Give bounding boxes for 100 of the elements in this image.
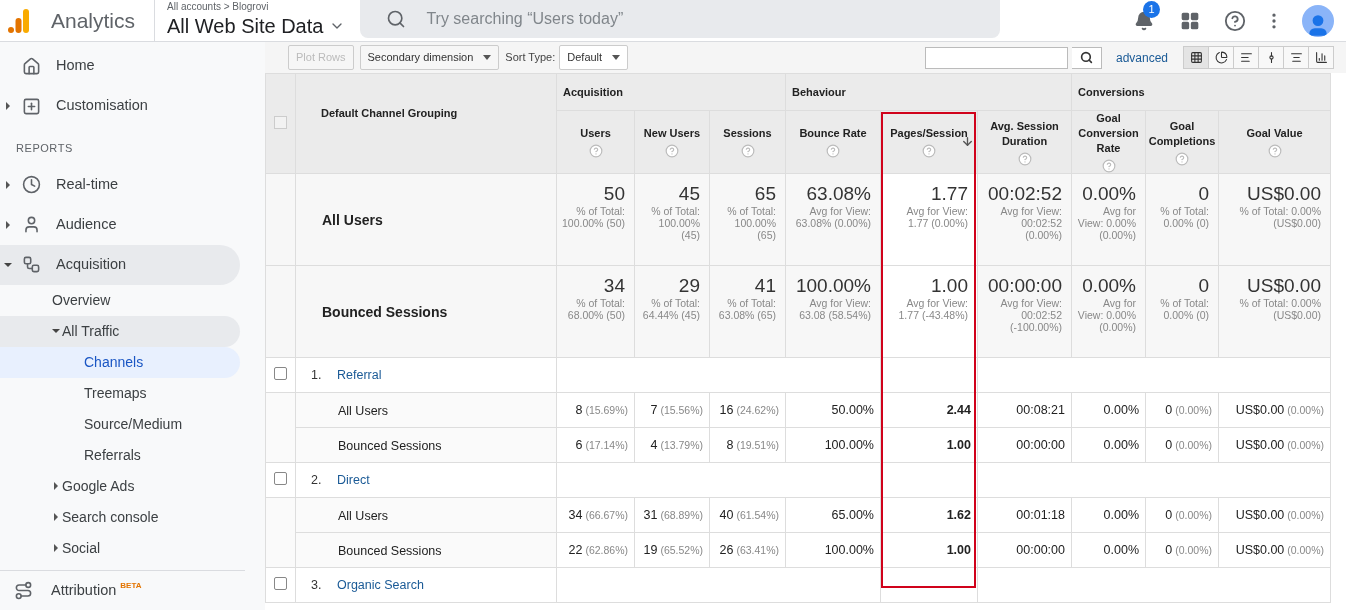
nav-item[interactable]: Referrals	[0, 439, 240, 471]
table-cell: 0.00%	[1071, 532, 1146, 568]
nav-item[interactable]: Google Ads	[0, 470, 240, 502]
nav-item[interactable]: Search console	[0, 501, 240, 533]
column-header[interactable]: Goal Value	[1218, 110, 1331, 174]
summary-value: 41	[753, 275, 776, 297]
search-icon	[386, 8, 407, 29]
column-header[interactable]: New Users	[634, 110, 710, 174]
channel-link[interactable]: Organic Search	[337, 577, 424, 592]
table-cell: 0 (0.00%)	[1145, 497, 1219, 533]
table-cell: 16 (24.62%)	[709, 392, 786, 428]
pie-chart-icon	[1214, 51, 1228, 64]
caret-right-icon[interactable]	[4, 102, 12, 110]
view-toggle[interactable]	[1258, 46, 1284, 69]
sort-type-dropdown[interactable]: Default	[559, 45, 629, 70]
nav-item[interactable]: Treemaps	[0, 377, 240, 409]
column-header[interactable]: Goal Completions	[1145, 110, 1219, 174]
caret-icon	[483, 55, 492, 60]
row-index: 3.	[311, 576, 323, 594]
summary-note: Avg for View: 0.00% (0.00%)	[1076, 297, 1136, 333]
column-header[interactable]: Bounce Rate	[785, 110, 881, 174]
table-cell: 8 (15.69%)	[556, 392, 635, 428]
caret-down-icon[interactable]	[52, 327, 60, 335]
column-header[interactable]: Sessions	[709, 110, 786, 174]
section-label: REPORTS	[15, 141, 74, 156]
summary-note: Avg for View: 63.08 (58.54%)	[798, 297, 871, 321]
table-cell: US$0.00 (0.00%)	[1218, 427, 1331, 463]
notification-badge: 1	[1143, 0, 1160, 18]
checkbox[interactable]	[274, 115, 287, 129]
caret-icon	[612, 55, 621, 60]
view-toggle[interactable]	[1233, 46, 1259, 69]
summary-value: US$0.00	[1246, 275, 1321, 297]
row-index: 1.	[311, 366, 323, 384]
channel-link[interactable]: Referral	[337, 367, 382, 382]
clock-icon	[22, 175, 41, 194]
columns-icon	[1314, 51, 1328, 64]
column-title: Avg. Session Duration	[989, 118, 1060, 149]
summary-row-label: Bounced Sessions	[322, 303, 448, 320]
nav-item[interactable]: Social	[0, 532, 240, 564]
summary-note: % of Total: 0.00% (US$0.00)	[1238, 297, 1321, 321]
table-cell: 0 (0.00%)	[1145, 427, 1219, 463]
column-header[interactable]: Users	[556, 110, 635, 174]
help-icon[interactable]	[1224, 9, 1246, 32]
nav-item[interactable]: Audience	[0, 204, 240, 245]
checkbox[interactable]	[274, 472, 287, 485]
secondary-dimension-dropdown[interactable]: Secondary dimension	[359, 45, 500, 70]
table-cell: US$0.00 (0.00%)	[1218, 497, 1331, 533]
channel-link[interactable]: Direct	[337, 472, 370, 487]
table-icon	[1189, 51, 1203, 64]
caret-right-icon[interactable]	[52, 513, 60, 521]
view-selector[interactable]: All Web Site Data	[167, 12, 346, 39]
caret-right-icon[interactable]	[4, 220, 12, 229]
table-cell: 50.00%	[785, 392, 881, 428]
nav-item[interactable]: Home	[0, 46, 240, 86]
filter-search-button[interactable]	[1071, 46, 1102, 69]
nav-item[interactable]: Channels	[0, 346, 240, 378]
column-group-header: Conversions	[1071, 73, 1331, 111]
search-icon	[1079, 51, 1093, 64]
apps-icon[interactable]	[1180, 10, 1200, 31]
checkbox[interactable]	[274, 367, 287, 380]
table-cell: 26 (63.41%)	[709, 532, 786, 568]
breadcrumb[interactable]: All accounts > Blogrovi	[167, 0, 346, 13]
summary-value: 00:00:00	[987, 275, 1062, 297]
caret-right-icon[interactable]	[4, 180, 12, 189]
nav-item[interactable]: Attribution	[51, 579, 117, 602]
nav-item[interactable]: Acquisition	[0, 244, 240, 285]
advanced-link[interactable]: advanced	[1115, 48, 1168, 67]
view-toggle[interactable]	[1208, 46, 1234, 69]
nav-item[interactable]: Real-time	[0, 164, 240, 205]
nav-item[interactable]: Overview	[0, 284, 240, 316]
avatar[interactable]	[1302, 4, 1334, 37]
table-cell: 00:00:00	[977, 532, 1072, 568]
search-field[interactable]: Try searching “Users today”	[360, 0, 1001, 38]
nav-item[interactable]: Source/Medium	[0, 408, 240, 440]
view-toggle[interactable]	[1283, 46, 1309, 69]
caret-right-icon[interactable]	[52, 544, 60, 552]
column-header[interactable]: Goal Conversion Rate	[1071, 110, 1146, 174]
table-cell: 22 (62.86%)	[556, 532, 635, 568]
summary-note: Avg for View: 1.77 (0.00%)	[905, 205, 968, 229]
table-cell: 4 (13.79%)	[634, 427, 710, 463]
caret-right-icon[interactable]	[52, 482, 60, 490]
column-group-header: Acquisition	[556, 73, 786, 111]
segment-label: Bounced Sessions	[338, 544, 442, 558]
person-icon	[22, 215, 41, 234]
summary-value: 100.00%	[795, 275, 871, 297]
view-toggle[interactable]	[1183, 46, 1209, 69]
sort-type-label: Sort Type:	[505, 50, 556, 66]
summary-value: 45	[677, 183, 700, 205]
summary-note: Avg for View: 00:02:52 (-100.00%)	[999, 297, 1062, 333]
nav-item[interactable]: All Traffic	[0, 315, 240, 347]
column-header[interactable]: Avg. Session Duration	[977, 110, 1072, 174]
checkbox[interactable]	[274, 577, 287, 590]
nav-item[interactable]: Customisation	[0, 86, 240, 126]
filter-field[interactable]	[924, 46, 1068, 69]
view-toggle[interactable]	[1308, 46, 1334, 69]
column-title: Goal Completions	[1148, 118, 1216, 149]
table-cell: 0 (0.00%)	[1145, 392, 1219, 428]
summary-value: 0.00%	[1081, 183, 1136, 205]
dimension-header[interactable]: Default Channel Grouping	[295, 73, 557, 174]
caret-down-icon[interactable]	[4, 260, 12, 269]
